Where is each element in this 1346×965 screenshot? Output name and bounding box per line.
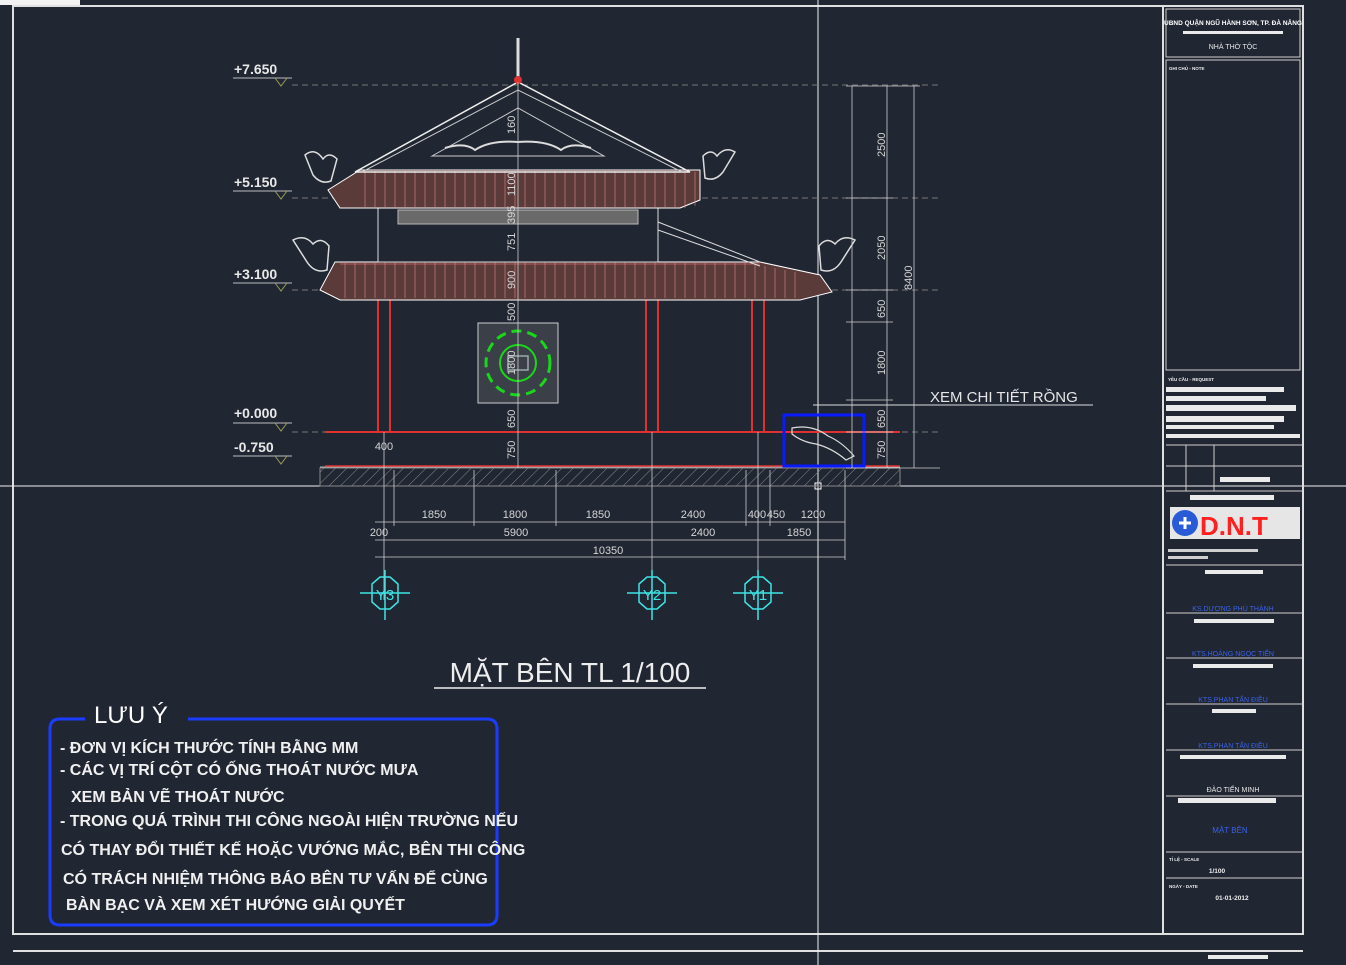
note-line: CÓ TRÁCH NHIỆM THÔNG BÁO BÊN TƯ VẤN ĐỂ C… (63, 869, 488, 888)
dim-label: 650 (876, 410, 888, 428)
note-heading: LƯU Ý (94, 702, 168, 729)
dim-label: 900 (506, 271, 518, 289)
dim-label: 395 (506, 206, 518, 224)
ridge-dragon-left-upper (304, 151, 338, 183)
dim-label: 750 (506, 441, 518, 459)
right-vertical-dimensions: 2500 2050 650 1800 650 750 8400 (846, 85, 940, 469)
dim-label: 1850 (586, 509, 610, 521)
drawing-title: MẶT BÊN TL 1/100 (450, 657, 691, 688)
note-line: XEM BẢN VẼ THOÁT NƯỚC (71, 786, 285, 806)
level-marker-7650: +7.650 (233, 61, 940, 87)
axis-bubble-y3: Y3 (360, 570, 410, 620)
tb-person: ĐÀO TIẾN MINH (1207, 784, 1260, 794)
dim-label: 5900 (504, 527, 528, 539)
tb-person: KTS.HOÀNG NGỌC TIẾN (1192, 648, 1274, 658)
tb-scale: 1/100 (1209, 868, 1226, 875)
note-line: BÀN BẠC VÀ XEM XÉT HƯỚNG GIẢI QUYẾT (66, 895, 405, 914)
tb-date: 01-01-2012 (1215, 895, 1249, 902)
tb-date-label: NGÀY - DATE (1169, 883, 1198, 889)
center-vertical-dimensions: 160 1100 395 751 900 500 1800 650 750 (506, 116, 518, 459)
level-label: +7.650 (234, 61, 277, 77)
level-label: +3.100 (234, 266, 277, 282)
level-marker-minus0750: -0.750 (233, 439, 292, 465)
tb-person: KTS.PHAN TẤN ĐIỀU (1198, 694, 1268, 704)
dim-label: 160 (506, 116, 518, 134)
company-logo: D.N.T (1170, 507, 1300, 541)
tb-ghichu: GHI CHÚ - NOTE (1169, 65, 1205, 71)
dim-label: 10350 (593, 545, 624, 557)
dim-label: 2500 (876, 133, 888, 157)
dim-label: 751 (506, 233, 518, 251)
callout-text: XEM CHI TIẾT RỒNG (930, 388, 1078, 406)
dim-label: 1800 (503, 509, 527, 521)
lower-roof-slope (657, 221, 761, 263)
level-label: +5.150 (234, 174, 277, 190)
axis-label: Y3 (376, 587, 394, 604)
dim-label: 400 (748, 509, 766, 521)
gable (354, 81, 691, 173)
column-y1 (751, 297, 765, 433)
note-line: CÓ THAY ĐỔI THIẾT KẾ HOẶC VƯỚNG MẮC, BÊN… (61, 840, 525, 859)
dim-label: 450 (767, 509, 785, 521)
axis-bubbles: Y3 Y2 Y1 (360, 570, 783, 620)
ridge-dragon-right-upper (702, 149, 737, 180)
outer-corner-tab (0, 0, 80, 5)
note-line: - TRONG QUÁ TRÌNH THI CÔNG NGOÀI HIỆN TR… (60, 811, 518, 830)
tb-person: KS.DƯƠNG PHÚ THÀNH (1192, 604, 1273, 613)
ridge-dragon-right-lower (818, 237, 857, 272)
tb-request-lines (1166, 387, 1300, 438)
dim-label: 200 (370, 527, 388, 539)
tb-yeucau: YÊU CẦU - REQUEST (1168, 375, 1214, 382)
tb-person: KTS.PHAN TẤN ĐIỀU (1198, 740, 1268, 750)
dim-label: 650 (876, 300, 888, 318)
dim-label: 400 (375, 441, 393, 453)
axis-bubble-y2: Y2 (627, 570, 677, 620)
level-label: -0.750 (234, 439, 274, 455)
dim-label: 1200 (801, 509, 825, 521)
dim-label: 2400 (691, 527, 715, 539)
tb-logo-text: D.N.T (1200, 511, 1268, 541)
dim-label: 1850 (422, 509, 446, 521)
note-box: LƯU Ý - ĐƠN VỊ KÍCH THƯỚC TÍNH BẰNG MM -… (48, 702, 525, 927)
column-y2 (645, 297, 659, 433)
dim-label: 500 (506, 303, 518, 321)
dim-label: 1100 (506, 172, 518, 196)
tb-sheet-name: MẶT BÊN (1212, 826, 1248, 835)
dim-label: 2050 (876, 236, 888, 260)
axis-label: Y2 (643, 587, 661, 604)
level-marker-0000: +0.000 (233, 405, 940, 433)
dim-label: 2400 (681, 509, 705, 521)
column-y3 (377, 297, 391, 433)
dim-label: 1800 (876, 351, 888, 375)
columns (377, 297, 765, 433)
axis-label: Y1 (749, 587, 767, 604)
tb-owner: UBND QUẬN NGŨ HÀNH SƠN, TP. ĐÀ NẴNG (1164, 18, 1302, 27)
building-elevation: XEM CHI TIẾT RỒNG (291, 38, 1093, 487)
level-label: +0.000 (234, 405, 277, 421)
dim-label: 750 (876, 441, 888, 459)
dim-label: 1800 (506, 351, 518, 375)
note-line: - CÁC VỊ TRÍ CỘT CÓ ỐNG THOÁT NƯỚC MƯA (60, 759, 419, 779)
axis-bubble-y1: Y1 (733, 570, 783, 620)
title-block: UBND QUẬN NGŨ HÀNH SƠN, TP. ĐÀ NẴNG NHÀ … (1162, 5, 1304, 959)
dim-label: 650 (506, 410, 518, 428)
tb-scale-label: TỈ LỆ - SCALE (1169, 855, 1199, 862)
cad-drawing-canvas: +7.650 +5.150 +3.100 +0.000 -0.750 XEM C… (0, 0, 1346, 965)
note-line: - ĐƠN VỊ KÍCH THƯỚC TÍNH BẰNG MM (60, 738, 358, 757)
ridge-dragon-left-lower (291, 237, 330, 272)
tb-project: NHÀ THỜ TỘC (1209, 42, 1258, 51)
dim-label: 1850 (787, 527, 811, 539)
ground-hatch (319, 467, 901, 487)
dim-label-overall: 8400 (903, 266, 915, 290)
